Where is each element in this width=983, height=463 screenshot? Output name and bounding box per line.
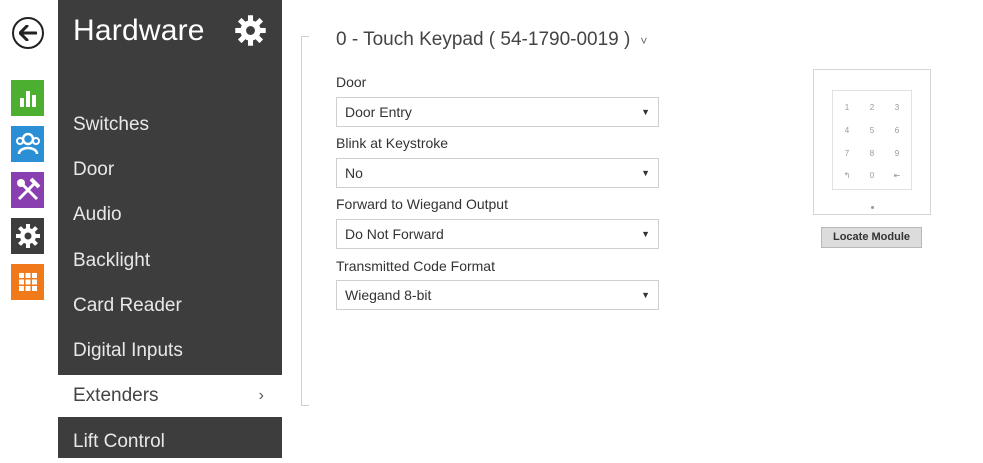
dropdown-arrow-icon: ▼ [641,229,650,239]
sidebar-item-backlight[interactable]: Backlight [73,240,282,282]
sidebar-item-lift-control[interactable]: Lift Control [73,421,282,463]
section-bracket [301,36,309,406]
users-icon [15,132,40,155]
key-9: 9 [894,149,900,158]
tools-icon [16,177,40,201]
status-chart-icon [19,91,36,107]
chevron-right-icon: › [258,387,264,404]
sidebar-item-label: Extenders [73,385,159,406]
directory-button[interactable] [11,126,44,162]
key-4: 4 [844,126,850,135]
key-0: 0 [869,171,875,180]
hardware-button[interactable] [11,172,44,208]
services-button[interactable] [11,218,44,254]
keypad-module-image: 1 2 3 4 5 6 7 8 9 ↰ 0 ⇤ [813,69,931,215]
dropdown-arrow-icon: ▼ [641,168,650,178]
sidebar-item-switches[interactable]: Switches [73,104,282,146]
status-button[interactable] [11,80,44,116]
sidebar-item-door[interactable]: Door [73,149,282,191]
forward-wiegand-value: Do Not Forward [345,226,444,242]
module-selector[interactable]: 0 - Touch Keypad ( 54-1790-0019 ) ˅ [336,29,647,51]
code-format-label: Transmitted Code Format [336,258,495,274]
module-title-text: 0 - Touch Keypad ( 54-1790-0019 ) [336,29,631,50]
keypad-panel: 1 2 3 4 5 6 7 8 9 ↰ 0 ⇤ [832,90,912,190]
key-1: 1 [844,103,850,112]
key-7: 7 [844,149,850,158]
blink-select-value: No [345,165,363,181]
key-6: 6 [894,126,900,135]
key-5: 5 [869,126,875,135]
key-bell-icon: ↰ [843,171,851,180]
locate-module-button[interactable]: Locate Module [821,227,922,248]
system-button[interactable] [11,264,44,300]
blink-at-keystroke-label: Blink at Keystroke [336,135,449,151]
sidebar-title: Hardware [73,14,205,47]
sidebar-item-card-reader[interactable]: Card Reader [73,285,282,327]
forward-wiegand-select[interactable]: Do Not Forward ▼ [336,219,659,249]
code-format-select[interactable]: Wiegand 8-bit ▼ [336,280,659,310]
settings-gear-icon [15,224,40,248]
key-8: 8 [869,149,875,158]
icon-rail [0,0,58,458]
keypad-indicator-led [871,206,874,209]
key-2: 2 [869,103,875,112]
apps-grid-icon [18,273,37,291]
hardware-sidebar: Hardware Switches Door Audio Backlight C… [58,0,282,458]
door-label: Door [336,74,367,90]
sidebar-item-extenders[interactable]: Extenders › [58,375,282,417]
door-select-value: Door Entry [345,104,412,120]
back-arrow-icon [19,25,37,41]
blink-at-keystroke-select[interactable]: No ▼ [336,158,659,188]
dropdown-arrow-icon: ▼ [641,290,650,300]
sidebar-item-audio[interactable]: Audio [73,194,282,236]
key-backspace-icon: ⇤ [893,171,901,180]
sidebar-item-digital-inputs[interactable]: Digital Inputs [73,330,282,372]
gear-icon [235,15,266,46]
chevron-down-icon: ˅ [640,34,648,48]
back-button[interactable] [12,17,44,49]
key-3: 3 [894,103,900,112]
forward-wiegand-label: Forward to Wiegand Output [336,196,508,212]
code-format-value: Wiegand 8-bit [345,287,432,303]
dropdown-arrow-icon: ▼ [641,107,650,117]
door-select[interactable]: Door Entry ▼ [336,97,659,127]
